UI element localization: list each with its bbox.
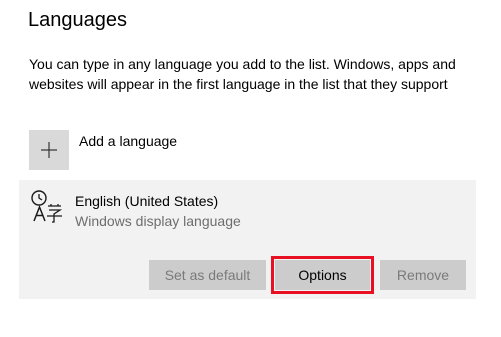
language-item-english-us[interactable]: English (United States) Windows display … <box>19 180 476 299</box>
language-icon <box>31 190 63 223</box>
add-language-label: Add a language <box>79 133 178 149</box>
set-as-default-button[interactable]: Set as default <box>149 260 266 290</box>
language-name: English (United States) <box>75 193 219 209</box>
remove-button[interactable]: Remove <box>380 260 466 290</box>
plus-icon <box>41 142 57 158</box>
languages-description: You can type in any language you add to … <box>29 56 456 92</box>
options-button[interactable]: Options <box>271 256 374 294</box>
language-subtitle: Windows display language <box>75 213 241 229</box>
add-language-button[interactable]: Add a language <box>29 130 177 170</box>
page-title: Languages <box>28 9 127 31</box>
add-language-tile[interactable] <box>29 130 69 170</box>
